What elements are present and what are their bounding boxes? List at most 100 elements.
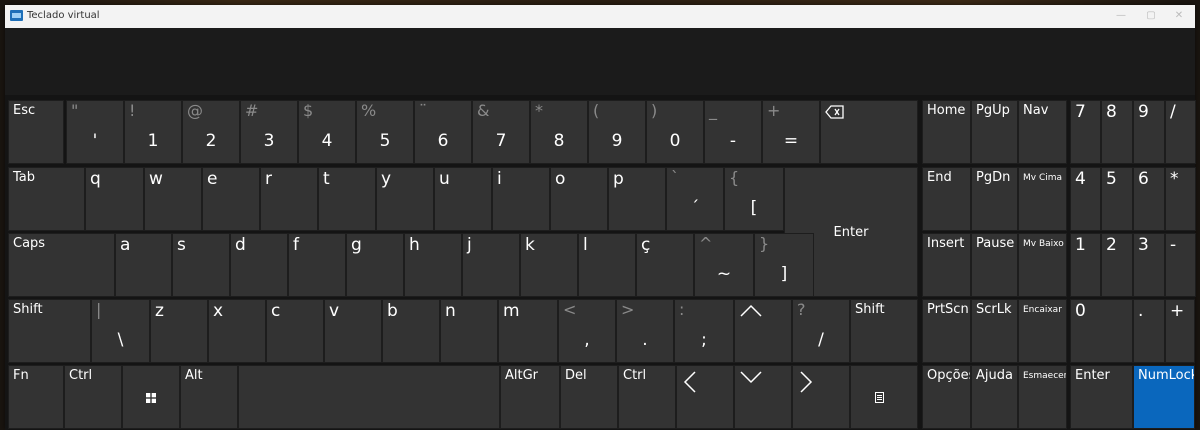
key-esc[interactable]: Esc <box>8 100 64 164</box>
numpad-4[interactable]: 4 <box>1070 167 1101 231</box>
key-up[interactable] <box>734 299 792 363</box>
key-caps[interactable]: Caps <box>8 233 115 297</box>
key-shift-left[interactable]: Shift <box>8 299 91 363</box>
key-space[interactable] <box>238 365 500 429</box>
numpad-9[interactable]: 9 <box>1133 100 1165 164</box>
numpad-minus[interactable]: - <box>1165 233 1196 297</box>
key-down[interactable] <box>734 365 792 429</box>
key-v[interactable]: v <box>324 299 382 363</box>
key-backslash[interactable]: | \ <box>91 299 150 363</box>
key-8[interactable]: * 8 <box>530 100 588 164</box>
key-1[interactable]: ! 1 <box>124 100 182 164</box>
key-numlock[interactable]: NumLock <box>1133 365 1195 429</box>
key-m[interactable]: m <box>498 299 558 363</box>
maximize-button[interactable]: ▢ <box>1143 8 1159 24</box>
key-3[interactable]: #3 <box>240 100 298 164</box>
key-4[interactable]: $4 <box>298 100 356 164</box>
key-bracket-close[interactable]: }] <box>754 233 814 297</box>
key-menu[interactable] <box>850 365 918 429</box>
key-c[interactable]: c <box>266 299 324 363</box>
key-fn[interactable]: Fn <box>8 365 64 429</box>
key-tilde[interactable]: ^ ~ <box>694 233 754 297</box>
minimize-button[interactable]: — <box>1113 8 1129 24</box>
key-home[interactable]: Home <box>922 100 971 164</box>
numpad-plus[interactable]: + <box>1165 299 1195 363</box>
key-ctrl-left[interactable]: Ctrl <box>64 365 122 429</box>
key-z[interactable]: z <box>150 299 208 363</box>
key-l[interactable]: l <box>578 233 636 297</box>
key-f[interactable]: f <box>288 233 346 297</box>
key-x[interactable]: x <box>208 299 266 363</box>
key-left[interactable] <box>676 365 734 429</box>
key-r[interactable]: r <box>260 167 318 231</box>
numpad-enter[interactable]: Enter <box>1070 365 1133 429</box>
key-b[interactable]: b <box>382 299 440 363</box>
key-ctrl-right[interactable]: Ctrl <box>618 365 676 429</box>
key-t[interactable]: t <box>318 167 376 231</box>
numpad-5[interactable]: 5 <box>1101 167 1133 231</box>
key-7[interactable]: & 7 <box>472 100 530 164</box>
key-equals[interactable]: + = <box>762 100 820 164</box>
key-del[interactable]: Del <box>560 365 618 429</box>
numpad-2[interactable]: 2 <box>1101 233 1133 297</box>
key-minus[interactable]: _ - <box>704 100 762 164</box>
key-6[interactable]: ¨ 6 <box>414 100 472 164</box>
key-y[interactable]: y <box>376 167 434 231</box>
numpad-3[interactable]: 3 <box>1133 233 1165 297</box>
title-bar[interactable]: Teclado virtual — ▢ ✕ <box>5 5 1195 28</box>
key-a[interactable]: a <box>115 233 172 297</box>
key-acute[interactable]: ` ´ <box>666 167 724 231</box>
key-j[interactable]: j <box>462 233 520 297</box>
key-p[interactable]: p <box>608 167 666 231</box>
key-shift-right[interactable]: Shift <box>850 299 918 363</box>
key-o[interactable]: o <box>550 167 608 231</box>
key-d[interactable]: d <box>230 233 288 297</box>
key-alt[interactable]: Alt <box>180 365 238 429</box>
key-q[interactable]: q <box>85 167 144 231</box>
key-windows[interactable] <box>122 365 180 429</box>
key-quote[interactable]: " ' <box>66 100 124 164</box>
key-h[interactable]: h <box>404 233 462 297</box>
numpad-1[interactable]: 1 <box>1070 233 1101 297</box>
key-i[interactable]: i <box>492 167 550 231</box>
key-pgup[interactable]: PgUp <box>971 100 1018 164</box>
key-scrlk[interactable]: ScrLk <box>971 299 1018 363</box>
key-s[interactable]: s <box>172 233 230 297</box>
numpad-multiply[interactable]: * <box>1165 167 1196 231</box>
key-u[interactable]: u <box>434 167 492 231</box>
numpad-8[interactable]: 8 <box>1101 100 1133 164</box>
numpad-0[interactable]: 0 <box>1070 299 1133 363</box>
key-tab[interactable]: Tab <box>8 167 85 231</box>
numpad-7[interactable]: 7 <box>1070 100 1101 164</box>
key-g[interactable]: g <box>346 233 404 297</box>
key-comma[interactable]: <, <box>558 299 616 363</box>
numpad-6[interactable]: 6 <box>1133 167 1165 231</box>
key-5[interactable]: % 5 <box>356 100 414 164</box>
key-end[interactable]: End <box>922 167 971 231</box>
key-cedilla[interactable]: ç <box>636 233 694 297</box>
key-mv-baixo[interactable]: Mv Baixo <box>1018 233 1067 297</box>
close-button[interactable]: ✕ <box>1171 8 1187 24</box>
key-prtscn[interactable]: PrtScn <box>922 299 971 363</box>
key-0[interactable]: ) 0 <box>646 100 704 164</box>
key-w[interactable]: w <box>144 167 202 231</box>
key-slash[interactable]: ? / <box>792 299 850 363</box>
key-pgdn[interactable]: PgDn <box>971 167 1018 231</box>
key-n[interactable]: n <box>440 299 498 363</box>
key-period[interactable]: >. <box>616 299 674 363</box>
key-opcoes[interactable]: Opções <box>922 365 971 429</box>
key-mv-cima[interactable]: Mv Cima <box>1018 167 1067 231</box>
key-right[interactable] <box>792 365 850 429</box>
key-e[interactable]: e <box>202 167 260 231</box>
key-backspace[interactable] <box>820 100 918 164</box>
key-pause[interactable]: Pause <box>971 233 1018 297</box>
key-semicolon[interactable]: :; <box>674 299 734 363</box>
key-esmaecer[interactable]: Esmaecer <box>1018 365 1067 429</box>
key-altgr[interactable]: AltGr <box>500 365 560 429</box>
key-ajuda[interactable]: Ajuda <box>971 365 1018 429</box>
key-bracket-open[interactable]: {[ <box>724 167 784 231</box>
key-encaixar[interactable]: Encaixar <box>1018 299 1067 363</box>
numpad-decimal[interactable]: . <box>1133 299 1165 363</box>
key-9[interactable]: (9 <box>588 100 646 164</box>
key-2[interactable]: @2 <box>182 100 240 164</box>
